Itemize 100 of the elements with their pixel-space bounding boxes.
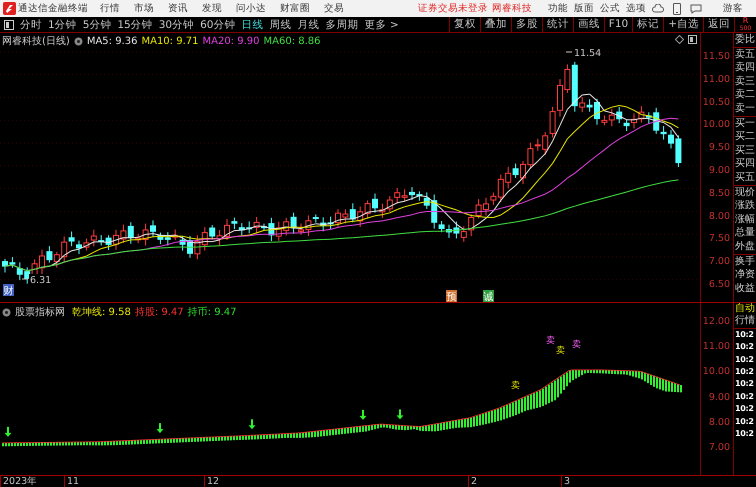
more-tab[interactable]: 更多 > [364, 18, 399, 32]
down-arrow-icon [360, 410, 366, 420]
date-label: 11 [64, 476, 80, 487]
quote-label: 卖三 [734, 74, 756, 88]
menu-item[interactable]: 资讯 [168, 2, 188, 15]
diamond-icon[interactable] [675, 35, 684, 44]
axis-label: 9.00 [708, 164, 730, 178]
quote-label: 买三 [734, 144, 756, 158]
date-label: 2023年 [0, 476, 38, 487]
settings-icon[interactable] [74, 36, 83, 46]
message-icon[interactable] [690, 4, 702, 14]
quote-label: 卖五 [734, 46, 756, 62]
login-status[interactable]: 证券交易未登录 [418, 2, 488, 15]
toolbar-button[interactable]: 叠加 [480, 17, 511, 32]
menu-item[interactable]: 功能 [548, 2, 568, 15]
user-name[interactable]: 游客 [723, 2, 743, 15]
app-title: 通达信金融终端 [18, 2, 88, 15]
period-tab[interactable]: 日线 [242, 18, 264, 32]
indicator-title: 股票指标网 [15, 306, 65, 319]
axis-label: 10.00 [702, 365, 730, 380]
axis-label: 11.50 [702, 50, 730, 64]
period-tab[interactable]: 60分钟 [200, 18, 236, 32]
trade-time: 10:2 [734, 328, 756, 342]
menu-item[interactable]: 市场 [134, 2, 154, 15]
quote-label: 卖一 [734, 102, 756, 116]
sell-signal: 卖 [572, 340, 581, 350]
quote-label: 委比 [734, 33, 756, 47]
panel-toggle-icon[interactable] [4, 20, 14, 30]
period-tab[interactable]: 30分钟 [158, 18, 194, 32]
indicator-value: 乾坤线: 9.58 [72, 306, 131, 319]
trade-time: 10:2 [734, 354, 755, 366]
quote-label: 外盘 [734, 240, 756, 254]
period-tab[interactable]: 1分钟 [48, 18, 77, 32]
toolbar-button[interactable]: +自选 [663, 17, 703, 32]
axis-label: 12.00 [702, 315, 730, 329]
period-tab[interactable]: 分时 [20, 18, 42, 32]
signal-tag: 诚 [483, 290, 494, 302]
toolbar-button[interactable]: 多股 [510, 17, 542, 32]
indicator-value: MA5: 9.36 [86, 36, 138, 46]
toolbar-button[interactable]: 复权 [448, 17, 480, 32]
trade-time: 10:2 [734, 366, 755, 378]
menu-item[interactable]: 版面 [574, 2, 594, 15]
menu-item[interactable]: 发现 [202, 2, 222, 15]
quote-label: 卖四 [734, 61, 756, 75]
signal-tag: 财 [3, 284, 14, 297]
indicator-value: MA60: 8.86 [264, 36, 321, 46]
quote-label: 换手 [734, 254, 756, 268]
date-label: 3 [561, 476, 570, 487]
menu-item[interactable]: 公式 [600, 2, 620, 15]
axis-label: 8.50 [708, 186, 730, 201]
quote-label: 净资 [734, 268, 756, 282]
period-tab[interactable]: 多周期 [326, 18, 358, 32]
period-tab[interactable]: 15分钟 [117, 18, 153, 32]
panel-toggle-icon[interactable] [688, 35, 697, 44]
quote-label: 买二 [734, 130, 756, 144]
toolbar-button[interactable]: 返回 [703, 17, 734, 32]
menu-item[interactable]: 交易 [324, 2, 344, 15]
axis-label: 11.00 [702, 72, 730, 87]
settings-icon[interactable] [2, 308, 11, 316]
axis-label: 10.00 [702, 118, 730, 132]
toolbar-button[interactable]: 画线 [572, 17, 604, 32]
axis-label: 9.50 [708, 141, 730, 156]
phone-icon[interactable] [673, 2, 681, 14]
trade-time: 10:2 [734, 390, 755, 403]
date-label: 2 [468, 476, 478, 487]
quote-label[interactable]: 自动 [734, 303, 756, 316]
trade-time: 10:2 [734, 378, 755, 390]
period-tab[interactable]: 月线 [298, 18, 320, 32]
date-label: 12 [204, 476, 220, 487]
indicator-value: MA20: 9.90 [202, 36, 260, 46]
toolbar-button[interactable]: 统计 [542, 17, 573, 32]
period-tab[interactable]: 周线 [270, 18, 292, 32]
logo-icon [3, 2, 16, 15]
cloud-icon[interactable] [652, 4, 664, 14]
down-arrow-icon [4, 426, 12, 437]
quote-label: 买五 [734, 170, 756, 185]
menu-item[interactable]: 行情 [100, 2, 120, 15]
quote-label: 收益 [734, 282, 756, 296]
toolbar-button[interactable]: F10 [604, 17, 632, 32]
trade-time: 10:2 [734, 403, 755, 416]
quote-label: 行情 [734, 315, 756, 328]
quote-label: 涨幅 [734, 212, 756, 226]
quote-label: 总量 [734, 226, 756, 240]
account-name: 网睿科技 [492, 2, 532, 15]
trade-time: 10:2 [734, 428, 755, 440]
axis-label: 9.00 [708, 390, 730, 405]
quote-label: 现价 [734, 184, 756, 200]
axis-label: 8.00 [708, 416, 730, 430]
down-arrow-icon [156, 423, 164, 434]
menu-item[interactable]: 选项 [626, 2, 646, 15]
menu-item[interactable]: 问小达 [236, 2, 266, 15]
chart-title: 网睿科技(日线) [2, 34, 70, 48]
down-arrow-icon [248, 419, 256, 430]
trade-time: 10:2 [734, 416, 755, 428]
axis-label: 10.50 [702, 96, 730, 110]
period-tab[interactable]: 5分钟 [82, 18, 112, 32]
toolbar-button[interactable]: 标记 [632, 17, 664, 32]
menu-item[interactable]: 财富圈 [280, 2, 310, 15]
signal-tag: 预 [446, 290, 457, 302]
quote-label: 买四 [734, 157, 756, 171]
